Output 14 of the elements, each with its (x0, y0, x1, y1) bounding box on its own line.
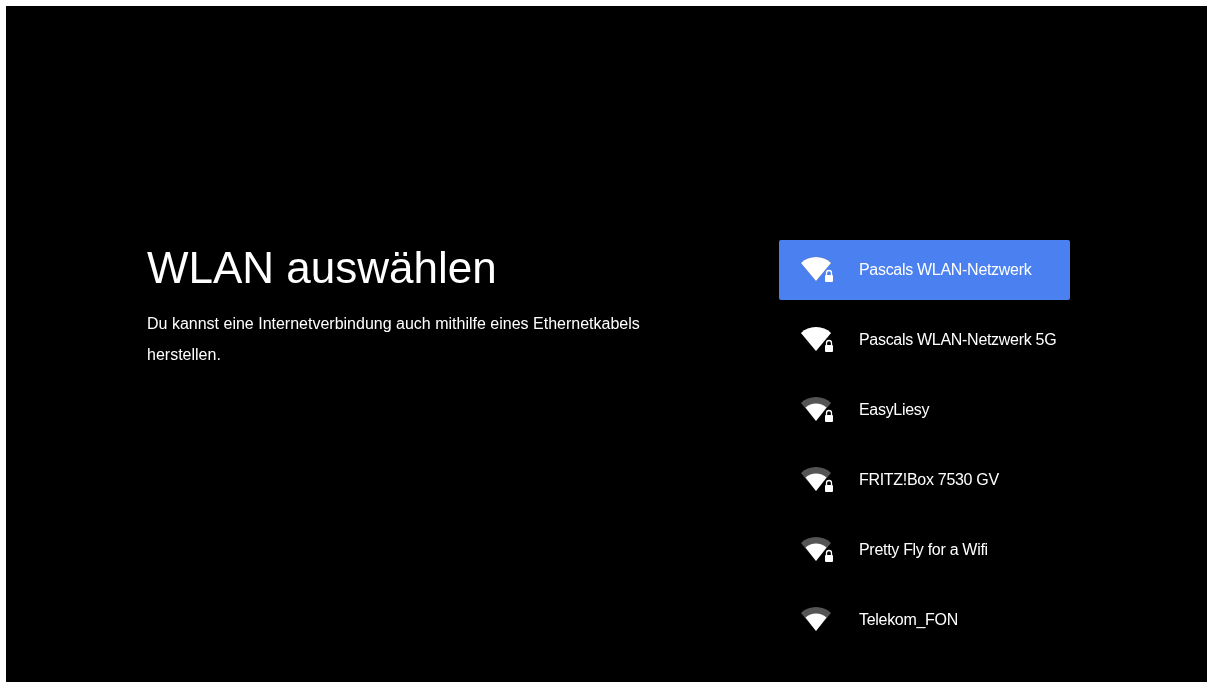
network-item[interactable]: Pretty Fly for a Wifi (779, 520, 1070, 580)
network-item[interactable]: Telekom_FON (779, 590, 1070, 650)
network-item[interactable]: FRITZ!Box 7530 GV (779, 450, 1070, 510)
description-text: Du kannst eine Internetverbindung auch mithilfe eines Ethernetkabels herstellen. (147, 314, 641, 365)
page-title: WLAN auswählen (147, 242, 498, 294)
network-name: Telekom_FON (859, 611, 958, 629)
network-name: Pascals WLAN-Netzwerk 5G (859, 331, 1057, 349)
network-item[interactable]: Pascals WLAN-Netzwerk 5G (779, 310, 1070, 370)
network-name: FRITZ!Box 7530 GV (859, 471, 999, 489)
network-name: Pascals WLAN-Netzwerk (859, 261, 1032, 279)
network-item[interactable]: Pascals WLAN-Netzwerk (779, 240, 1070, 300)
network-name: EasyLiesy (859, 401, 930, 419)
network-name: Pretty Fly for a Wifi (859, 541, 988, 559)
network-item[interactable]: EasyLiesy (779, 380, 1070, 440)
